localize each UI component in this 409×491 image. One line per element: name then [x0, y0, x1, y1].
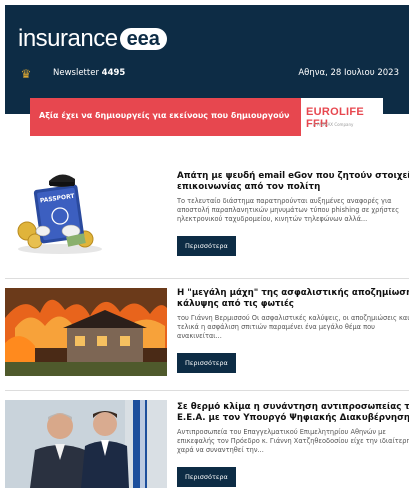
ad-slogan: Αξία έχει να δημιουργείς για εκείνους πο…	[39, 111, 290, 120]
read-more-button[interactable]: Περισσότερα	[177, 236, 236, 256]
article-excerpt: Το τελευταίο διάστημα παρατηρούνται αυξη…	[177, 197, 400, 223]
newsletter-date: Αθηνα, 28 Ιουλιου 2023	[298, 68, 399, 78]
newsletter-number: 4495	[101, 68, 126, 78]
article-eea-meeting: Σε θερμό κλίμα η συνάντηση αντιπροσωπεία…	[5, 396, 409, 491]
article-title[interactable]: Σε θερμό κλίμα η συνάντηση αντιπροσωπεία…	[177, 402, 409, 424]
article-content: Η "μεγάλη μάχη" της ασφαλιστικής αποζημί…	[177, 288, 409, 373]
article-content: Σε θερμό κλίμα η συνάντηση αντιπροσωπεία…	[177, 402, 409, 487]
site-logo[interactable]: insurance eea	[18, 25, 167, 53]
ad-red-panel: Αξία έχει να δημιουργείς για εκείνους πο…	[30, 98, 301, 136]
burning-house-photo[interactable]	[5, 288, 167, 376]
article-title[interactable]: Η "μεγάλη μάχη" της ασφαλιστικής αποζημί…	[177, 288, 409, 310]
newsletter-info-bar: ♛ Newsletter 4495 Αθηνα, 28 Ιουλιου 2023	[5, 65, 409, 85]
eurolife-ad-banner[interactable]: Αξία έχει να δημιουργείς για εκείνους πο…	[30, 98, 383, 136]
divider	[5, 278, 409, 279]
newsletter-label: Newsletter 4495	[53, 68, 126, 78]
read-more-button[interactable]: Περισσότερα	[177, 353, 236, 373]
article-excerpt: του Γιάννη Βερμισσού Οι ασφαλιστικές καλ…	[177, 314, 409, 340]
article-content: Απάτη με ψευδή email eGov που ζητούν στο…	[177, 171, 409, 256]
logo-text: insurance	[18, 25, 118, 52]
article-egov-scam: PASSPORT Απάτη με ψευδή email eGov που ζ…	[5, 165, 409, 275]
passport-thief-illustration[interactable]: PASSPORT	[5, 169, 167, 257]
article-fire-insurance: Η "μεγάλη μάχη" της ασφαλιστικής αποζημί…	[5, 282, 409, 392]
article-title[interactable]: Απάτη με ψευδή email eGov που ζητούν στο…	[177, 171, 409, 193]
read-more-button[interactable]: Περισσότερα	[177, 467, 236, 487]
two-men-photo[interactable]	[5, 400, 167, 488]
logo-pill: eea	[119, 28, 167, 50]
article-excerpt: Αντιπροσωπεία του Επαγγελματικού Επιμελη…	[177, 428, 409, 454]
divider	[5, 390, 409, 391]
ad-brand-subtitle: A FAIRFAX Company	[313, 122, 354, 127]
greek-crest-icon: ♛	[20, 67, 32, 81]
